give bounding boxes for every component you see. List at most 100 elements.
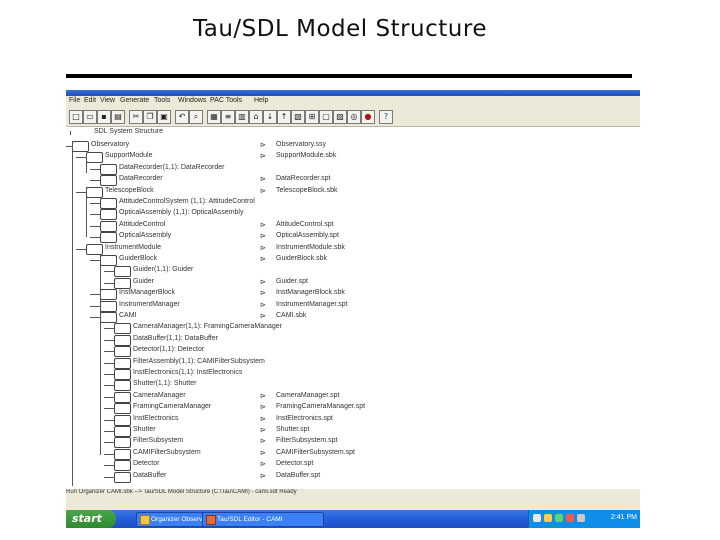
tree-node-label[interactable]: FilterAssembly(1,1): CAMIFilterSubsystem: [133, 358, 265, 365]
alert-icon[interactable]: [566, 514, 574, 522]
menu-windows[interactable]: Windows: [178, 97, 206, 104]
taskbar-clock[interactable]: 2:41 PM: [611, 514, 637, 521]
tree-node-file[interactable]: OpticalAssembly.spt: [276, 232, 339, 239]
tree-node-icon[interactable]: [114, 346, 131, 358]
tree-node-icon[interactable]: [114, 426, 131, 437]
tree-node-label[interactable]: FramingCameraManager: [133, 403, 211, 410]
copy-icon[interactable]: ❐: [143, 110, 157, 124]
tree-node-file[interactable]: TelescopeBlock.sbk: [276, 187, 337, 194]
tree-node-label[interactable]: InstElectronics: [133, 415, 179, 422]
tree-row[interactable]: DataBuffer(1,1): DataBuffer: [66, 334, 640, 346]
tree-node-icon[interactable]: [86, 186, 103, 198]
tree-node-label[interactable]: InstManagerBlock: [119, 289, 175, 296]
tree-node-icon[interactable]: [114, 323, 131, 335]
find-icon[interactable]: ⌕: [189, 110, 203, 124]
tree-node-file[interactable]: SupportModule.sbk: [276, 152, 336, 159]
menu-help[interactable]: Help: [254, 97, 268, 104]
tree-row[interactable]: Observatory ⊳ Observatory.ssy: [66, 141, 640, 152]
diagram-icon[interactable]: ⊞: [305, 110, 319, 124]
tree-node-icon[interactable]: [114, 277, 131, 289]
save-icon[interactable]: ▪: [97, 110, 111, 124]
tree-node-file[interactable]: FilterSubsystem.spt: [276, 437, 337, 444]
list-icon[interactable]: ≡: [221, 110, 235, 124]
tree-row[interactable]: Shutter(1,1): Shutter: [66, 380, 640, 392]
tree-row[interactable]: DataRecorder ⊳ DataRecorder.spt: [66, 175, 640, 187]
tree-node-file[interactable]: FramingCameraManager.spt: [276, 403, 365, 410]
tree-row[interactable]: InstElectronics(1,1): InstElectronics: [66, 369, 640, 380]
tree-node-label[interactable]: TelescopeBlock: [105, 187, 154, 194]
tree-node-file[interactable]: AttitudeControl.spt: [276, 221, 334, 228]
tree-row[interactable]: InstElectronics ⊳ InstElectronics.spt: [66, 414, 640, 426]
tree-node-file[interactable]: InstManagerBlock.sbk: [276, 289, 345, 296]
print-icon[interactable]: ▤: [111, 110, 125, 124]
tree-row[interactable]: FilterAssembly(1,1): CAMIFilterSubsystem: [66, 357, 640, 369]
open-icon[interactable]: ▭: [83, 110, 97, 124]
tree-node-icon[interactable]: [100, 163, 117, 175]
arrow-down-icon[interactable]: ↓: [263, 110, 277, 124]
map-icon[interactable]: ▧: [291, 110, 305, 124]
tree-row[interactable]: DataRecorder(1,1): DataRecorder: [66, 163, 640, 175]
tree-row[interactable]: Shutter ⊳ Shutter.spt: [66, 426, 640, 437]
tree-node-icon[interactable]: [114, 471, 131, 483]
tree-row[interactable]: OpticalAssembly ⊳ OpticalAssembly.spt: [66, 232, 640, 244]
tree-node-label[interactable]: CameraManager: [133, 392, 186, 399]
tree-node-label[interactable]: SupportModule: [105, 152, 152, 159]
tree-node-label[interactable]: AttitudeControlSystem (1,1): AttitudeCon…: [119, 198, 255, 205]
help-icon[interactable]: ?: [379, 110, 393, 124]
tree-node-icon[interactable]: [100, 312, 117, 323]
target-icon[interactable]: ◎: [347, 110, 361, 124]
update-icon[interactable]: [555, 514, 563, 522]
tree-row[interactable]: FilterSubsystem ⊳ FilterSubsystem.spt: [66, 437, 640, 449]
tree-row[interactable]: CAMIFilterSubsystem ⊳ CAMIFilterSubsystem.…: [66, 448, 640, 460]
tree-row[interactable]: Guider ⊳ Guider.spt: [66, 277, 640, 289]
tree-row[interactable]: AttitudeControlSystem (1,1): AttitudeCon…: [66, 198, 640, 209]
tree-node-icon[interactable]: [114, 334, 131, 346]
tree-node-label[interactable]: InstrumentManager: [119, 301, 180, 308]
menu-generate[interactable]: Generate: [120, 97, 149, 104]
tree-row[interactable]: InstManagerBlock ⊳ InstManagerBlock.sbk: [66, 289, 640, 301]
tree-root-label[interactable]: SDL System Structure: [94, 128, 163, 135]
arrow-up-icon[interactable]: ↑: [277, 110, 291, 124]
tree-node-icon[interactable]: [86, 152, 103, 164]
tree-row[interactable]: TelescopeBlock ⊳ TelescopeBlock.sbk: [66, 186, 640, 198]
menu-tools[interactable]: Tools: [154, 97, 170, 104]
tree-node-file[interactable]: InstrumentManager.spt: [276, 301, 348, 308]
tree-node-icon[interactable]: [114, 448, 131, 460]
tree-node-file[interactable]: InstElectronics.spt: [276, 415, 333, 422]
tree-node-file[interactable]: Guider.spt: [276, 278, 308, 285]
tree-node-file[interactable]: Shutter.spt: [276, 426, 309, 433]
tree-node-icon[interactable]: [100, 198, 117, 209]
tree-row[interactable]: OpticalAssembly (1,1): OpticalAssembly: [66, 209, 640, 221]
tree-node-icon[interactable]: [100, 300, 117, 312]
menu-edit[interactable]: Edit: [84, 97, 96, 104]
grid-icon[interactable]: ▦: [207, 110, 221, 124]
tree-row[interactable]: AttitudeControl ⊳ AttitudeControl.spt: [66, 220, 640, 232]
tree-row[interactable]: CameraManager(1,1): FramingCameraManager: [66, 323, 640, 335]
menu-file[interactable]: File: [69, 97, 80, 104]
tree-row[interactable]: FramingCameraManager ⊳ FramingCameraManage…: [66, 403, 640, 415]
tree-node-file[interactable]: Observatory.ssy: [276, 141, 326, 148]
tree-node-label[interactable]: DataRecorder: [119, 175, 163, 182]
tree-node-icon[interactable]: [100, 255, 117, 266]
tree-node-icon[interactable]: [100, 175, 117, 187]
tree-node-label[interactable]: InstElectronics(1,1): InstElectronics: [133, 369, 242, 376]
tree-row[interactable]: DataBuffer ⊳ DataBuffer.spt: [66, 471, 640, 483]
tree-node-label[interactable]: GuiderBlock: [119, 255, 157, 262]
cut-icon[interactable]: ✂: [129, 110, 143, 124]
tree-node-icon[interactable]: [114, 369, 131, 380]
tree-row[interactable]: Detector ⊳ Detector.spt: [66, 460, 640, 472]
tree-node-icon[interactable]: [114, 460, 131, 472]
tree-row[interactable]: Guider(1,1): Guider: [66, 266, 640, 278]
tree-node-label[interactable]: InstrumentModule: [105, 244, 161, 251]
tree-node-icon[interactable]: [114, 357, 131, 369]
tree-node-file[interactable]: DataRecorder.spt: [276, 175, 330, 182]
tree-node-icon[interactable]: [114, 414, 131, 426]
tree-row[interactable]: CAMI ⊳ CAMI.sbk: [66, 312, 640, 323]
tree-node-label[interactable]: CAMI: [119, 312, 137, 319]
image-icon[interactable]: ▨: [333, 110, 347, 124]
tree-node-icon[interactable]: [100, 289, 117, 301]
tree-node-label[interactable]: DataRecorder(1,1): DataRecorder: [119, 164, 224, 171]
tree-icon[interactable]: ▥: [235, 110, 249, 124]
menu-pac-tools[interactable]: PAC Tools: [210, 97, 242, 104]
tree-node-label[interactable]: CameraManager(1,1): FramingCameraManager: [133, 323, 282, 330]
